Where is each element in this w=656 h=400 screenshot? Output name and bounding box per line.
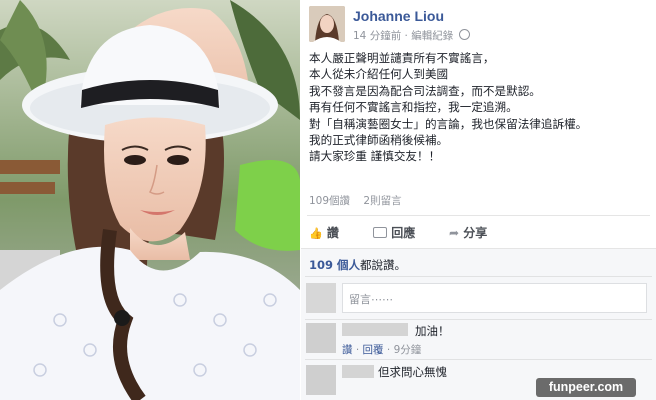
comment-text: 加油！ <box>415 324 450 338</box>
stats-separator <box>353 195 360 207</box>
comment-button[interactable]: 回應 <box>373 224 415 241</box>
divider <box>305 359 652 360</box>
post-actions: 👍 讚 回應 ➦ 分享 <box>301 224 656 244</box>
profile-photo <box>0 0 300 400</box>
avatar-image <box>309 6 345 42</box>
post-body-line: 請大家珍重 謹慎交友！！ <box>309 149 441 164</box>
like-count[interactable]: 109個讚 <box>309 195 350 207</box>
commenter-name-redacted <box>342 365 374 378</box>
post-body-line: 對「自稱演藝圈女士」的言論，我也保留法律追訴權。 <box>309 116 588 131</box>
comment-button-label: 回應 <box>391 226 416 240</box>
comment-input[interactable]: 留言⋯⋯ <box>342 283 647 313</box>
photo-illustration <box>0 0 300 400</box>
divider <box>307 215 650 216</box>
post-stats: 109個讚 2則留言 <box>309 193 656 208</box>
current-user-avatar <box>306 283 336 313</box>
divider <box>305 319 652 320</box>
post-meta: 14 分鐘前 · 編輯紀錄 <box>353 28 470 43</box>
like-button[interactable]: 👍 讚 <box>309 224 339 241</box>
post-body-line: 再有任何不實謠言和指控，我一定追溯。 <box>309 100 518 115</box>
author-name[interactable]: Johanne Liou <box>353 8 444 24</box>
post-header: Johanne Liou 14 分鐘前 · 編輯紀錄 <box>301 6 656 46</box>
thumbs-up-icon: 👍 <box>309 227 323 240</box>
likes-summary-text: 都說讚。 <box>360 258 407 272</box>
comment-reply-link[interactable]: 回覆 <box>363 344 384 356</box>
separator: · <box>386 344 394 356</box>
post-body-line: 我的正式律師函稍後候補。 <box>309 133 449 148</box>
divider <box>305 276 652 277</box>
commenter-name-redacted <box>342 323 408 336</box>
likes-summary: 109 個人都說讚。 <box>309 257 406 273</box>
comment-count[interactable]: 2則留言 <box>363 195 401 207</box>
comment-input-placeholder: 留言⋯⋯ <box>349 293 393 306</box>
like-button-label: 讚 <box>326 226 339 240</box>
post-body-line: 我不發言是因為配合司法調查，而不是默認。 <box>309 83 541 98</box>
post-body-line: 本人嚴正聲明並譴責所有不實謠言， <box>309 51 495 65</box>
edit-history-link[interactable]: 編輯紀錄 <box>411 30 453 42</box>
post-body: 本人嚴正聲明並譴責所有不實謠言， 本人從未介紹任何人到美國 我不發言是因為配合司法調… <box>309 50 650 165</box>
comment-like-link[interactable]: 讚 <box>342 344 353 356</box>
share-button[interactable]: ➦ 分享 <box>449 224 487 241</box>
comment-actions: 讚 · 回覆 · 9分鐘 <box>342 342 421 357</box>
facebook-post: Johanne Liou 14 分鐘前 · 編輯紀錄 本人嚴正聲明並譴責所有不實… <box>301 0 656 400</box>
globe-icon <box>458 29 470 40</box>
post-time[interactable]: 14 分鐘前 <box>353 30 401 42</box>
separator: · <box>355 344 363 356</box>
comment-time[interactable]: 9分鐘 <box>394 344 422 356</box>
commenter-avatar <box>306 365 336 395</box>
comment-bubble-icon <box>373 227 387 238</box>
share-arrow-icon: ➦ <box>449 226 460 240</box>
commenter-avatar <box>306 323 336 353</box>
watermark: funpeer.com <box>536 378 636 397</box>
likes-summary-count[interactable]: 109 個人 <box>309 258 360 272</box>
comment-text: 但求問心無愧 <box>378 365 447 379</box>
author-avatar[interactable] <box>309 6 345 42</box>
share-button-label: 分享 <box>463 226 488 240</box>
post-body-line: 本人從未介紹任何人到美國 <box>309 67 449 82</box>
